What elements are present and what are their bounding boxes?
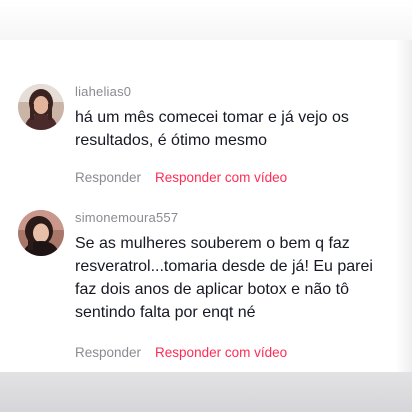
right-edge-shade xyxy=(396,40,412,372)
comment-username[interactable]: simonemoura557 xyxy=(75,210,178,225)
reply-button[interactable]: Responder xyxy=(75,170,141,185)
comment-actions: Responder Responder com vídeo xyxy=(75,345,287,360)
comment-text: há um mês comecei tomar e já vejo os res… xyxy=(75,109,349,149)
user-avatar-icon[interactable] xyxy=(18,84,64,130)
reply-with-video-button[interactable]: Responder com vídeo xyxy=(155,170,287,185)
top-background xyxy=(0,0,412,40)
comment-text: Se as mulheres souberem o bem q faz resv… xyxy=(75,235,373,321)
user-avatar-icon[interactable] xyxy=(18,210,64,256)
comments-panel: liahelias0 há um mês comecei tomar e já … xyxy=(0,40,396,372)
reply-button[interactable]: Responder xyxy=(75,345,141,360)
bottom-background xyxy=(0,372,412,412)
comment-username[interactable]: liahelias0 xyxy=(75,84,131,99)
comment-actions: Responder Responder com vídeo xyxy=(75,170,287,185)
reply-with-video-button[interactable]: Responder com vídeo xyxy=(155,345,287,360)
